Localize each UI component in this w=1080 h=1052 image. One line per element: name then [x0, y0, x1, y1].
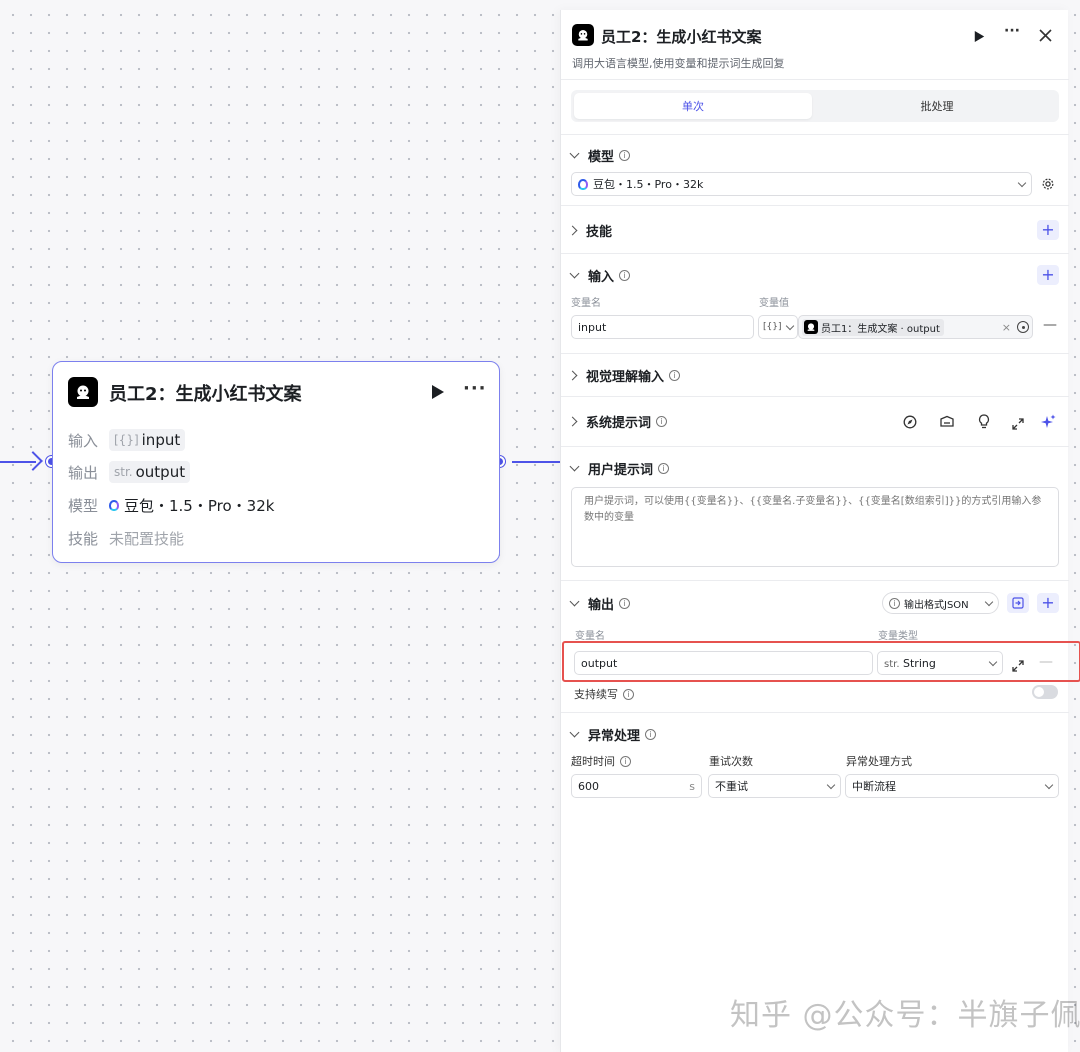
output-chip: str. output: [109, 461, 191, 483]
info-icon[interactable]: i: [619, 149, 631, 161]
timeout-input[interactable]: 600 s: [571, 774, 702, 798]
output-format-select[interactable]: i 输出格式JSON: [882, 592, 999, 614]
chevron-down-icon: [785, 321, 795, 330]
output-name-label: 变量名: [575, 631, 605, 642]
remove-input-button[interactable]: —: [1043, 317, 1057, 333]
clear-icon[interactable]: ×: [1002, 321, 1011, 334]
chevron-down-icon: [826, 780, 836, 789]
info-icon: i: [889, 597, 900, 609]
output-type-label: 变量类型: [878, 631, 918, 642]
info-icon[interactable]: i: [656, 415, 668, 427]
compass-icon[interactable]: [903, 414, 917, 433]
info-icon[interactable]: i: [619, 597, 631, 609]
input-value-label: 变量值: [759, 298, 789, 309]
inputs-section-header[interactable]: 输入 i: [569, 265, 631, 285]
model-section-header[interactable]: 模型 i: [569, 145, 631, 165]
import-output-button[interactable]: [1007, 593, 1029, 613]
input-reference-field[interactable]: 员工1：生成文案 · output ×: [798, 315, 1033, 339]
llm-bot-icon: [572, 24, 594, 46]
add-output-button[interactable]: +: [1037, 593, 1059, 613]
input-name-field[interactable]: input: [571, 315, 754, 339]
doubao-logo-icon: [109, 499, 119, 511]
info-icon[interactable]: i: [645, 728, 657, 740]
output-type-select[interactable]: str. String: [877, 651, 1003, 675]
gear-icon[interactable]: [1041, 176, 1055, 195]
variable-target-icon[interactable]: [1017, 321, 1029, 333]
node-output-row: 输出 str. output: [68, 460, 191, 484]
mode-tabs: 单次 批处理: [571, 90, 1059, 122]
tab-single[interactable]: 单次: [574, 93, 812, 119]
add-input-button[interactable]: +: [1037, 265, 1059, 285]
input-name-label: 变量名: [571, 298, 601, 309]
panel-description: 调用大语言模型,使用变量和提示词生成回复: [572, 57, 785, 70]
input-type-select[interactable]: [{}]: [758, 315, 798, 339]
timeout-label: 超时时间 i: [571, 753, 631, 769]
retry-select[interactable]: 不重试: [708, 774, 841, 798]
skills-section-header[interactable]: 技能: [567, 220, 612, 240]
user-prompt-section-header[interactable]: 用户提示词 i: [569, 458, 670, 478]
close-icon[interactable]: [1039, 27, 1052, 46]
llm-bot-icon: [68, 377, 98, 407]
exception-mode-label: 异常处理方式: [846, 755, 912, 768]
doubao-logo-icon: [578, 178, 588, 190]
chevron-right-icon: [567, 416, 578, 426]
watermark: 知乎 @公众号：半旗子佩城: [730, 998, 1080, 1033]
llm-bot-icon: [804, 320, 818, 334]
retry-label: 重试次数: [709, 755, 753, 768]
info-icon[interactable]: i: [620, 755, 631, 767]
template-library-icon[interactable]: [939, 414, 955, 433]
expand-icon[interactable]: [1012, 415, 1024, 434]
chevron-down-icon: [984, 597, 994, 606]
tab-batch[interactable]: 批处理: [818, 93, 1056, 119]
output-name-field[interactable]: output: [574, 651, 873, 675]
chevron-right-icon: [567, 370, 578, 380]
chevron-down-icon: [569, 148, 580, 158]
node-model-row: 模型 豆包・1.5・Pro・32k: [68, 496, 275, 515]
info-icon[interactable]: i: [619, 269, 631, 281]
reference-chip: 员工1：生成文案 · output: [802, 318, 944, 336]
info-icon[interactable]: i: [658, 462, 670, 474]
node-input-row: 输入 [{}] input: [68, 428, 186, 452]
more-icon[interactable]: ···: [1004, 23, 1020, 39]
add-skill-button[interactable]: +: [1037, 220, 1059, 240]
node-skills-row: 技能 未配置技能: [68, 529, 185, 548]
expand-icon[interactable]: [1012, 657, 1024, 676]
ai-optimize-sparkle-icon[interactable]: [1041, 414, 1056, 433]
chevron-down-icon: [1044, 780, 1054, 789]
remove-output-button[interactable]: —: [1039, 654, 1053, 670]
workflow-node-card[interactable]: 员工2：生成小红书文案 ··· 输入 [{}] input 输出 str. outp…: [52, 361, 500, 563]
stream-label: 支持续写 i: [574, 686, 634, 702]
exception-mode-select[interactable]: 中断流程: [845, 774, 1059, 798]
play-icon[interactable]: [431, 384, 445, 404]
user-prompt-textarea[interactable]: [571, 487, 1059, 567]
output-section-header[interactable]: 输出 i: [569, 593, 631, 613]
play-icon[interactable]: [974, 28, 985, 47]
chevron-down-icon: [569, 596, 580, 606]
system-prompt-section-header[interactable]: 系统提示词 i: [567, 411, 668, 431]
node-config-panel: 员工2：生成小红书文案 ··· 调用大语言模型,使用变量和提示词生成回复 单次 …: [560, 10, 1080, 1052]
info-icon[interactable]: i: [623, 688, 634, 700]
chevron-down-icon: [569, 268, 580, 278]
chevron-down-icon: [569, 461, 580, 471]
outgoing-edge: [512, 461, 562, 463]
info-icon[interactable]: i: [669, 369, 681, 381]
node-title: 员工2：生成小红书文案: [109, 384, 302, 405]
chevron-down-icon: [1017, 178, 1027, 187]
vision-section-header[interactable]: 视觉理解输入 i: [567, 365, 681, 385]
more-icon[interactable]: ···: [463, 378, 487, 399]
panel-title: 员工2：生成小红书文案: [601, 28, 762, 46]
chevron-down-icon: [988, 657, 998, 666]
stream-toggle[interactable]: [1032, 685, 1058, 699]
chevron-down-icon: [569, 727, 580, 737]
chevron-right-icon: [567, 225, 578, 235]
incoming-edge-arrow-icon: [23, 451, 43, 471]
model-select[interactable]: 豆包・1.5・Pro・32k: [571, 172, 1032, 196]
input-chip: [{}] input: [109, 429, 186, 451]
lightbulb-icon[interactable]: [978, 414, 990, 433]
exception-section-header[interactable]: 异常处理 i: [569, 724, 657, 744]
